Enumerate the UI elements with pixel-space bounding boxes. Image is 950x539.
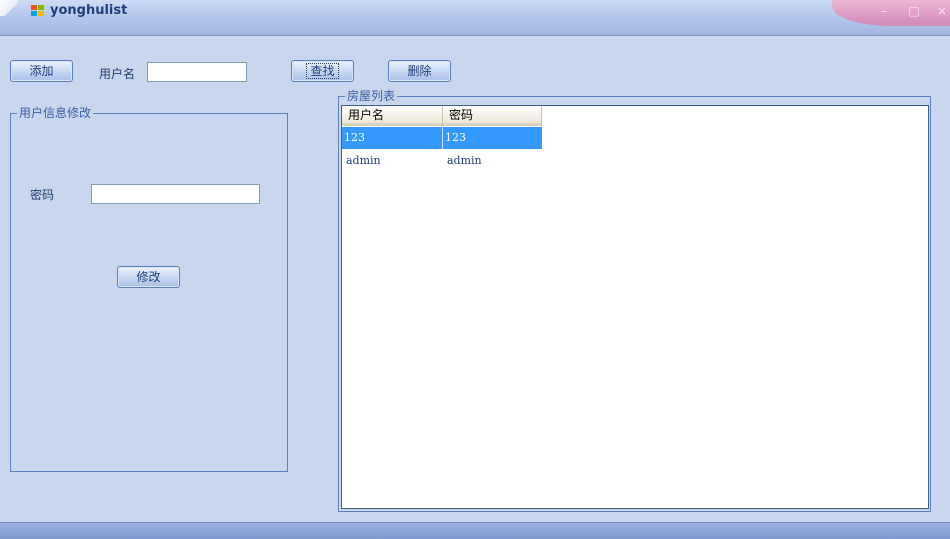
delete-button[interactable]: 删除 bbox=[388, 60, 451, 82]
add-button-label: 添加 bbox=[29, 64, 54, 78]
window-bottom-border bbox=[0, 522, 950, 539]
maximize-icon[interactable]: □ bbox=[906, 4, 922, 18]
column-header-username[interactable]: 用户名 bbox=[342, 106, 443, 126]
app-windows-icon bbox=[31, 5, 45, 18]
modify-button-label: 修改 bbox=[136, 270, 161, 284]
search-button-label: 查找 bbox=[306, 63, 339, 79]
list-header: 用户名 密码 bbox=[342, 106, 542, 126]
modify-button[interactable]: 修改 bbox=[117, 266, 180, 288]
cell-password: admin bbox=[447, 154, 482, 167]
house-list-group-title: 房屋列表 bbox=[345, 88, 398, 104]
user-edit-group: 用户信息修改 bbox=[10, 105, 288, 472]
close-icon[interactable]: × bbox=[934, 4, 950, 18]
password-input[interactable] bbox=[91, 184, 260, 204]
username-label: 用户名 bbox=[99, 67, 136, 81]
password-label: 密码 bbox=[30, 188, 55, 202]
cell-username: admin bbox=[346, 154, 381, 167]
list-row[interactable]: 123 123 bbox=[342, 127, 542, 149]
add-button[interactable]: 添加 bbox=[10, 60, 73, 82]
window-controls: – □ × bbox=[832, 0, 950, 26]
user-edit-group-title: 用户信息修改 bbox=[17, 105, 94, 121]
user-list-view[interactable]: 用户名 密码 123 123 admin admin bbox=[341, 105, 929, 509]
cell-password: 123 bbox=[445, 131, 466, 144]
username-search-input[interactable] bbox=[147, 62, 247, 82]
window-title: yonghulist bbox=[50, 3, 128, 18]
title-bar[interactable]: yonghulist – □ × bbox=[0, 0, 950, 36]
window-corner bbox=[0, 0, 18, 16]
list-row[interactable]: admin admin bbox=[342, 150, 542, 172]
delete-button-label: 删除 bbox=[407, 64, 432, 78]
search-button[interactable]: 查找 bbox=[291, 60, 354, 82]
minimize-icon[interactable]: – bbox=[876, 4, 892, 18]
column-header-password[interactable]: 密码 bbox=[443, 106, 542, 126]
cell-username: 123 bbox=[344, 131, 365, 144]
